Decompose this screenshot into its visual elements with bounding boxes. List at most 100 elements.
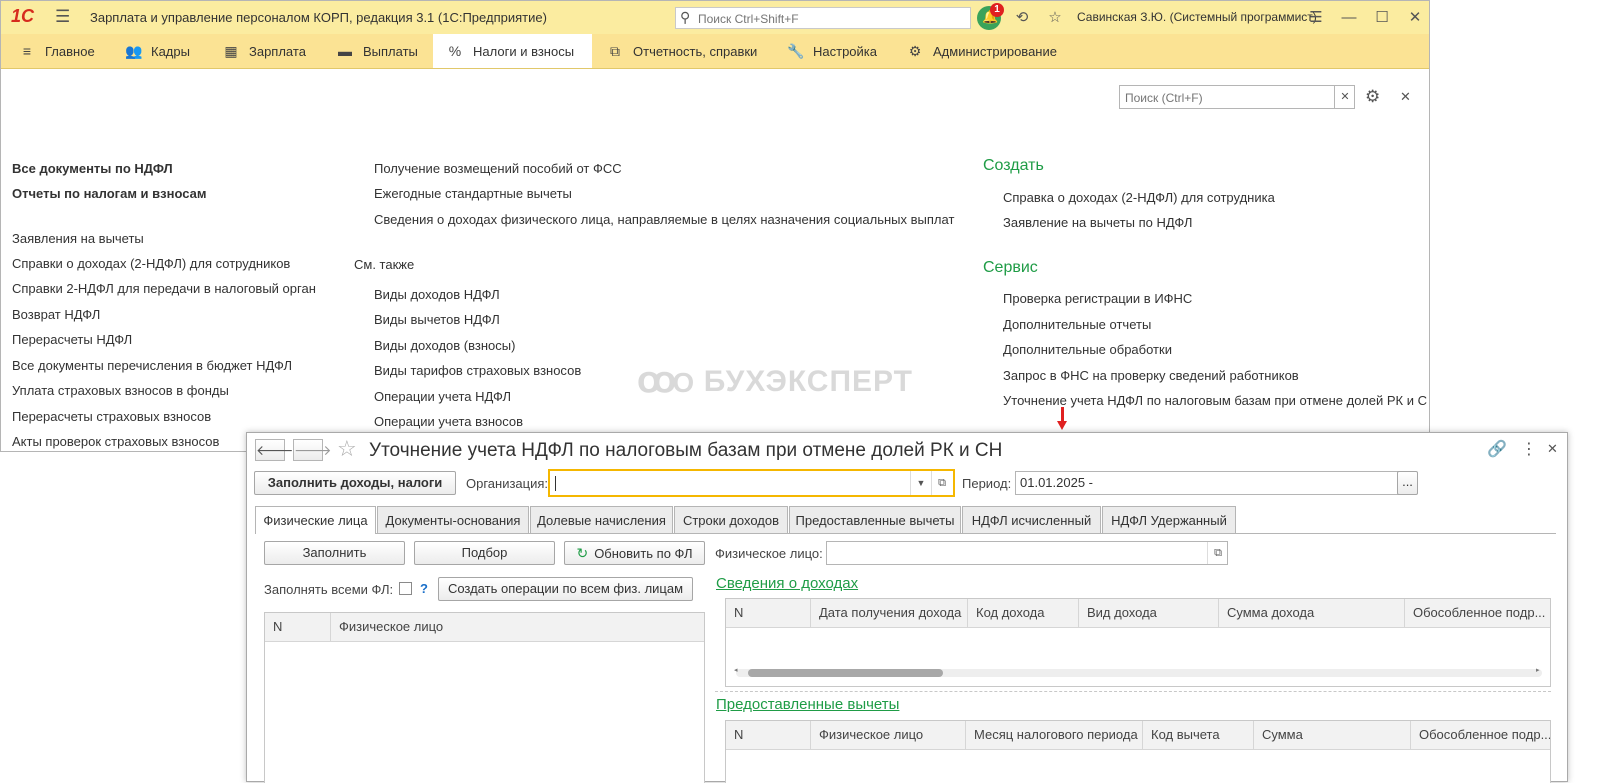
nav-reports[interactable]: ⧉ Отчетность, справки — [607, 34, 757, 68]
column-header[interactable]: Вид дохода — [1079, 599, 1219, 627]
forward-button[interactable]: 🡒 — [293, 439, 332, 461]
global-search[interactable]: ⚲ — [675, 7, 971, 29]
column-header[interactable]: Код вычета — [1143, 721, 1254, 749]
column-header[interactable]: Код дохода — [968, 599, 1079, 627]
individuals-grid[interactable]: N Физическое лицо — [264, 612, 705, 783]
link-income-info-social[interactable]: Сведения о доходах физического лица, нап… — [374, 212, 954, 227]
link-deduction-applications[interactable]: Заявления на вычеты — [12, 231, 144, 246]
link-additional-processing[interactable]: Дополнительные обработки — [1003, 342, 1172, 357]
user-name[interactable]: Савинская З.Ю. (Системный программист) — [1077, 10, 1317, 24]
link-ndfl-recalc[interactable]: Перерасчеты НДФЛ — [12, 332, 132, 347]
column-header[interactable]: Месяц налогового периода — [966, 721, 1143, 749]
create-ops-all-button[interactable]: Создать операции по всем физ. лицам — [438, 577, 693, 601]
link-ndfl-refund[interactable]: Возврат НДФЛ — [12, 307, 100, 322]
link-contrib-operations[interactable]: Операции учета взносов — [374, 414, 523, 429]
period-field[interactable]: 01.01.2025 - — [1015, 471, 1399, 495]
person-field[interactable]: ⧉ — [826, 541, 1228, 565]
deductions-grid[interactable]: N Физическое лицо Месяц налогового перио… — [725, 720, 1551, 783]
fill-button[interactable]: Заполнить — [264, 541, 405, 565]
clear-search-icon[interactable]: ✕ — [1334, 86, 1355, 108]
close-icon[interactable]: ✕ — [1404, 7, 1426, 29]
column-header[interactable]: N — [726, 721, 811, 749]
column-header[interactable]: Физическое лицо — [331, 613, 704, 641]
nav-admin[interactable]: ⚙ Администрирование — [907, 34, 1057, 68]
tab-income-lines[interactable]: Строки доходов — [674, 506, 788, 533]
link-income-types-ndfl[interactable]: Виды доходов НДФЛ — [374, 287, 500, 302]
open-person-icon[interactable]: ⧉ — [1207, 542, 1228, 564]
link-create-income-cert[interactable]: Справка о доходах (2-НДФЛ) для сотрудник… — [1003, 190, 1275, 205]
history-icon[interactable]: ⟲ — [1011, 7, 1033, 29]
income-grid[interactable]: N Дата получения дохода Код дохода Вид д… — [725, 598, 1551, 687]
tab-ndfl-calculated[interactable]: НДФЛ исчисленный — [962, 506, 1101, 533]
link-tax-reports[interactable]: Отчеты по налогам и взносам — [12, 186, 206, 201]
link-additional-reports[interactable]: Дополнительные отчеты — [1003, 317, 1151, 332]
select-button[interactable]: Подбор — [414, 541, 555, 565]
column-header[interactable]: N — [726, 599, 811, 627]
link-icon[interactable]: 🔗 — [1487, 439, 1507, 459]
refresh-by-person-button[interactable]: ↻ Обновить по ФЛ — [564, 541, 705, 565]
column-header[interactable]: Дата получения дохода — [811, 599, 968, 627]
notifications-bell-icon[interactable]: 🔔 1 — [977, 3, 1004, 30]
income-info-header[interactable]: Сведения о доходах — [716, 575, 858, 592]
link-tariff-types[interactable]: Виды тарифов страховых взносов — [374, 363, 581, 378]
link-insurance-payments[interactable]: Уплата страховых взносов в фонды — [12, 383, 229, 398]
link-annual-deductions[interactable]: Ежегодные стандартные вычеты — [374, 186, 572, 201]
maximize-icon[interactable]: ☐ — [1371, 7, 1393, 29]
more-icon[interactable]: ⋮ — [1521, 439, 1537, 459]
nav-payments[interactable]: ▬ Выплаты — [337, 34, 418, 68]
chevron-down-icon[interactable]: ▼ — [910, 471, 931, 495]
nav-settings[interactable]: 🔧 Настройка — [787, 34, 877, 68]
tab-share-accruals[interactable]: Долевые начисления — [530, 506, 673, 533]
tab-base-documents[interactable]: Документы-основания — [377, 506, 529, 533]
form-close-icon[interactable]: ✕ — [1547, 441, 1558, 457]
link-fss-refunds[interactable]: Получение возмещений пособий от ФСС — [374, 161, 622, 176]
period-select-button[interactable]: ... — [1397, 471, 1418, 495]
link-ndfl-transfers[interactable]: Все документы перечисления в бюджет НДФЛ — [12, 358, 292, 373]
column-header[interactable]: N — [265, 613, 331, 641]
link-ndfl-clarification[interactable]: Уточнение учета НДФЛ по налоговым базам … — [1003, 393, 1428, 408]
section-close-icon[interactable]: ✕ — [1400, 89, 1411, 105]
column-header[interactable]: Сумма — [1254, 721, 1411, 749]
nav-salary[interactable]: ▦ Зарплата — [223, 34, 306, 68]
column-header[interactable]: Обособленное подр... — [1405, 599, 1550, 627]
minimize-icon[interactable]: — — [1338, 7, 1360, 29]
scroll-right-icon[interactable]: ▸ — [1536, 666, 1540, 674]
link-2ndfl-for-tax-office[interactable]: Справки 2-НДФЛ для передачи в налоговый … — [12, 281, 316, 296]
favorites-star-icon[interactable]: ☆ — [1044, 7, 1066, 29]
column-header[interactable]: Обособленное подр... — [1411, 721, 1550, 749]
link-all-ndfl-docs[interactable]: Все документы по НДФЛ — [12, 161, 173, 176]
link-fns-request[interactable]: Запрос в ФНС на проверку сведений работн… — [1003, 368, 1299, 383]
column-header[interactable]: Физическое лицо — [811, 721, 966, 749]
link-deduction-types[interactable]: Виды вычетов НДФЛ — [374, 312, 500, 327]
section-settings-gear-icon[interactable]: ⚙ — [1365, 87, 1380, 107]
nav-staff[interactable]: 👥 Кадры — [125, 34, 190, 68]
horizontal-scrollbar[interactable]: ◂ ▸ — [734, 666, 1542, 677]
link-insurance-recalc[interactable]: Перерасчеты страховых взносов — [12, 409, 211, 424]
open-icon[interactable]: ⧉ — [931, 471, 952, 495]
app-logo[interactable]: 1С — [11, 6, 34, 27]
scroll-left-icon[interactable]: ◂ — [734, 666, 738, 674]
hamburger-icon[interactable]: ☰ — [55, 7, 70, 27]
link-ndfl-operations[interactable]: Операции учета НДФЛ — [374, 389, 511, 404]
global-search-input[interactable] — [696, 9, 968, 28]
settings-lines-icon[interactable]: ☰ — [1305, 7, 1327, 29]
section-search[interactable]: ✕ — [1119, 85, 1355, 109]
favorite-star-icon[interactable]: ☆ — [337, 436, 357, 462]
nav-main[interactable]: ≡ Главное — [19, 34, 105, 68]
link-income-types-contrib[interactable]: Виды доходов (взносы) — [374, 338, 515, 353]
fill-all-checkbox[interactable] — [399, 582, 412, 595]
column-header[interactable]: Сумма дохода — [1219, 599, 1405, 627]
tab-individuals[interactable]: Физические лица — [255, 506, 376, 534]
link-income-certificates[interactable]: Справки о доходах (2-НДФЛ) для сотрудник… — [12, 256, 290, 271]
nav-taxes[interactable]: % Налоги и взносы — [433, 34, 592, 68]
link-insurance-audits[interactable]: Акты проверок страховых взносов — [12, 434, 219, 449]
fill-incomes-taxes-button[interactable]: Заполнить доходы, налоги — [254, 471, 456, 495]
scrollbar-thumb[interactable] — [748, 669, 943, 677]
tab-provided-deductions[interactable]: Предоставленные вычеты — [789, 506, 961, 533]
link-ifns-check[interactable]: Проверка регистрации в ИФНС — [1003, 291, 1192, 306]
deductions-header[interactable]: Предоставленные вычеты — [716, 696, 899, 713]
tab-ndfl-withheld[interactable]: НДФЛ Удержанный — [1102, 506, 1236, 533]
back-button[interactable]: 🡐 — [255, 439, 294, 461]
link-create-deduction-app[interactable]: Заявление на вычеты по НДФЛ — [1003, 215, 1192, 230]
help-icon[interactable]: ? — [420, 581, 428, 596]
